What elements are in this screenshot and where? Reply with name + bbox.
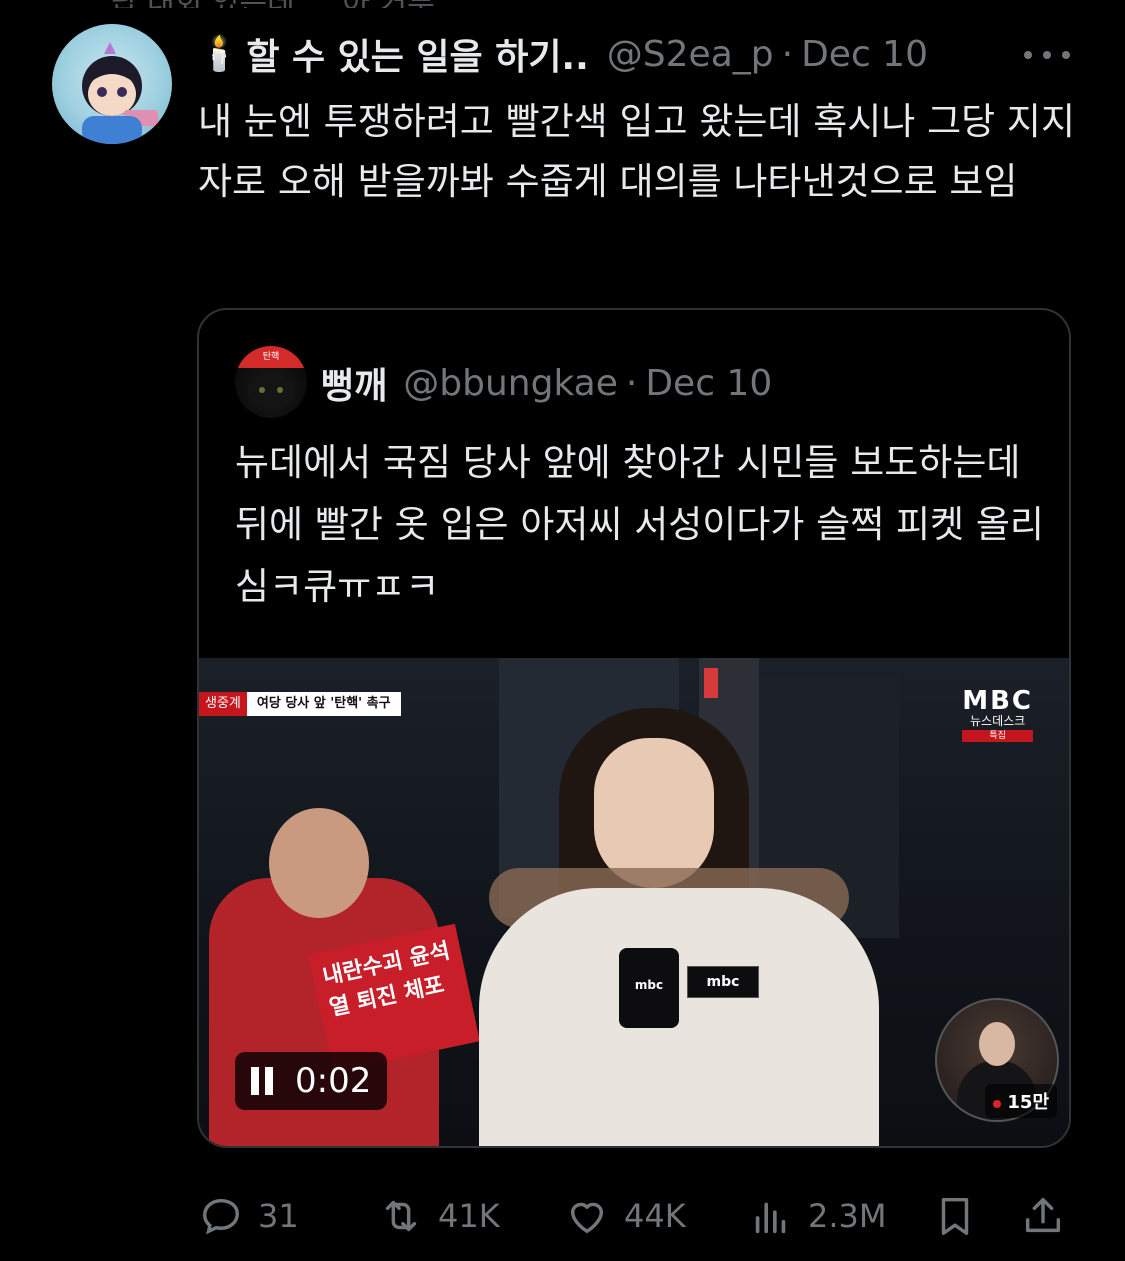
video-player[interactable]: 생중계 여당 당사 앞 '탄핵' 촉구 MBC 뉴스데스크 특집 내란수괴 윤석… [199,658,1069,1146]
video-timestamp: 0:02 [295,1061,372,1101]
protester-head [269,808,369,918]
microphone: mbc [619,948,679,1028]
news-chyron: 생중계 여당 당사 앞 '탄핵' 촉구 [199,692,401,716]
author-display-name[interactable]: 할 수 있는 일을 하기.. [246,28,588,80]
candle-emoji: 🕯️ [198,34,241,74]
quoted-display-name[interactable]: 뻥깨 [321,357,387,409]
repost-count: 41K [438,1197,500,1235]
reporter-face [594,738,714,888]
repost-icon [385,1200,417,1232]
building-light [704,668,718,698]
reporter-figure: mbc mbc [449,698,889,1146]
separator: · [781,33,794,75]
quoted-date[interactable]: Dec 10 [645,363,772,404]
more-dot-icon [1062,51,1070,59]
separator: · [625,362,638,404]
like-button[interactable]: 44K [564,1186,686,1246]
author-handle[interactable]: @S2ea_p [607,34,774,75]
tweet-header: 🕯️ 할 수 있는 일을 하기.. @S2ea_p · Dec 10 [198,28,1078,80]
views-button[interactable]: 2.3M [748,1186,887,1246]
cat-face-icon [247,374,295,410]
repost-button[interactable]: 41K [378,1186,500,1246]
reply-count: 31 [258,1197,299,1235]
bookmark-icon [941,1197,969,1235]
quoted-author-avatar[interactable]: 탄핵 [235,346,307,418]
tweet-text: 내 눈엔 투쟁하려고 빨간색 입고 왔는데 혹시나 그당 지지자로 오해 받을까… [198,100,1076,203]
pause-icon[interactable] [251,1067,273,1095]
broadcaster-name: MBC [962,686,1033,716]
reporter-jacket [479,888,879,1146]
action-bar: 31 41K 44K 2.3M [198,1186,1078,1246]
jacket-logo-patch: mbc [687,966,759,998]
like-count: 44K [624,1197,686,1235]
share-icon [1025,1197,1061,1233]
quoted-handle[interactable]: @bbungkae [403,363,618,404]
live-dot-icon [993,1100,1002,1108]
viewer-count: 15만 [985,1084,1057,1118]
avatar-illustration [82,42,158,144]
previous-tweet-fragment: 답 대회 였는데 ... 아 거부 ... [110,0,670,8]
broadcaster-logo: MBC 뉴스데스크 특집 [962,688,1033,742]
quoted-tweet-text: 뉴데에서 국짐 당사 앞에 찾아간 시민들 보도하는데 뒤에 빨간 옷 입은 아… [235,441,1044,608]
video-timer[interactable]: 0:02 [235,1052,388,1110]
tweet-date[interactable]: Dec 10 [801,34,928,75]
author-avatar[interactable] [52,24,172,144]
bookmark-button[interactable] [932,1186,992,1246]
more-dot-icon [1043,51,1051,59]
share-button[interactable] [1020,1186,1080,1246]
chyron-live-label: 생중계 [199,692,247,716]
reply-button[interactable]: 31 [198,1186,299,1246]
program-sub: 특집 [962,730,1033,742]
views-chart-icon [755,1202,786,1234]
view-count: 2.3M [808,1197,887,1235]
interpreter-head [979,1022,1015,1066]
program-name: 뉴스데스크 [970,714,1026,728]
heart-icon [570,1202,604,1234]
reply-icon [202,1198,240,1235]
quoted-tweet[interactable]: 탄핵 뻥깨 @bbungkae · Dec 10 뉴데에서 국짐 당사 앞에 찾… [197,308,1071,1148]
more-options-button[interactable] [1024,40,1070,70]
quoted-tweet-header: 뻥깨 @bbungkae · Dec 10 [321,358,772,408]
more-dot-icon [1024,51,1032,59]
chyron-headline: 여당 당사 앞 '탄핵' 촉구 [246,692,401,716]
